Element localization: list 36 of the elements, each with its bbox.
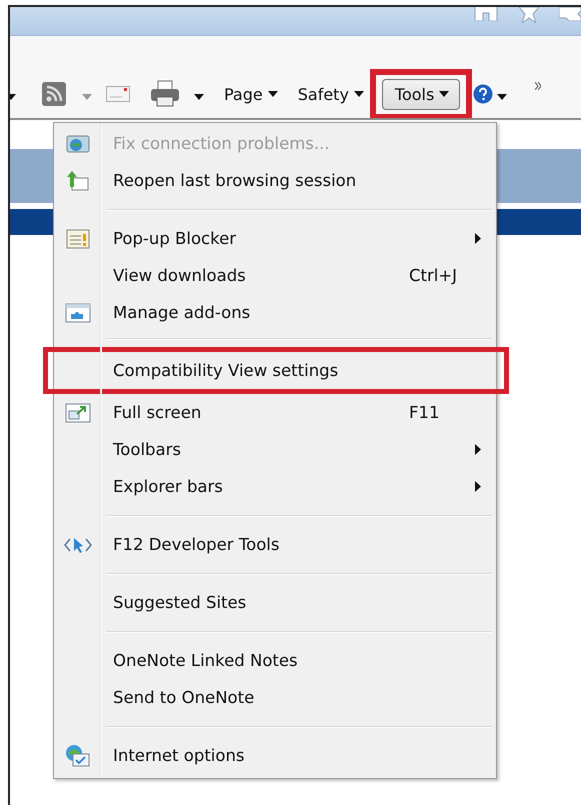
menu-item[interactable]: F12 Developer Tools [54,526,496,563]
caret-icon [497,94,508,100]
menu-item[interactable]: Reopen last browsing session [54,162,496,199]
developer-tools-icon [64,536,92,554]
menu-item[interactable]: OneNote Linked Notes [54,642,496,679]
fullscreen-window-icon [64,402,90,422]
page-menu[interactable]: Page [220,84,282,104]
menu-item[interactable]: View downloads Ctrl+J [54,257,496,294]
menu-item[interactable]: Send to OneNote [54,679,496,716]
menu-item[interactable]: Pop-up Blocker [54,220,496,257]
caret-icon [439,91,450,97]
help-icon [473,84,494,104]
menu-item[interactable]: Toolbars [54,431,496,468]
rss-feed-icon [42,82,66,106]
caret-icon [82,94,92,100]
menu-item[interactable]: Full screen F11 [54,394,496,431]
network-icon [66,134,90,154]
menu-item[interactable]: Suggested Sites [54,584,496,621]
menu-item[interactable]: Compatibility View settings [54,352,496,389]
caret-icon [194,94,204,100]
tools-menu-button[interactable]: Tools [382,78,460,110]
menu-item[interactable]: Manage add-ons [54,294,496,331]
menu-item[interactable]: Explorer bars [54,468,496,505]
shortcut-label: F11 [409,403,440,422]
internet-options-icon [64,744,90,768]
chevron-icon [535,82,542,90]
puzzle-window-icon [64,302,90,322]
menu-item[interactable]: Internet options [54,737,496,774]
safety-menu[interactable]: Safety [294,84,368,104]
mail-icon [106,86,130,102]
popup-window-icon [66,228,90,248]
printer-icon [150,80,180,108]
shortcut-label: Ctrl+J [409,266,458,285]
reopen-tabs-icon [66,168,90,192]
caret-icon [354,91,364,97]
caret-icon [268,91,278,97]
